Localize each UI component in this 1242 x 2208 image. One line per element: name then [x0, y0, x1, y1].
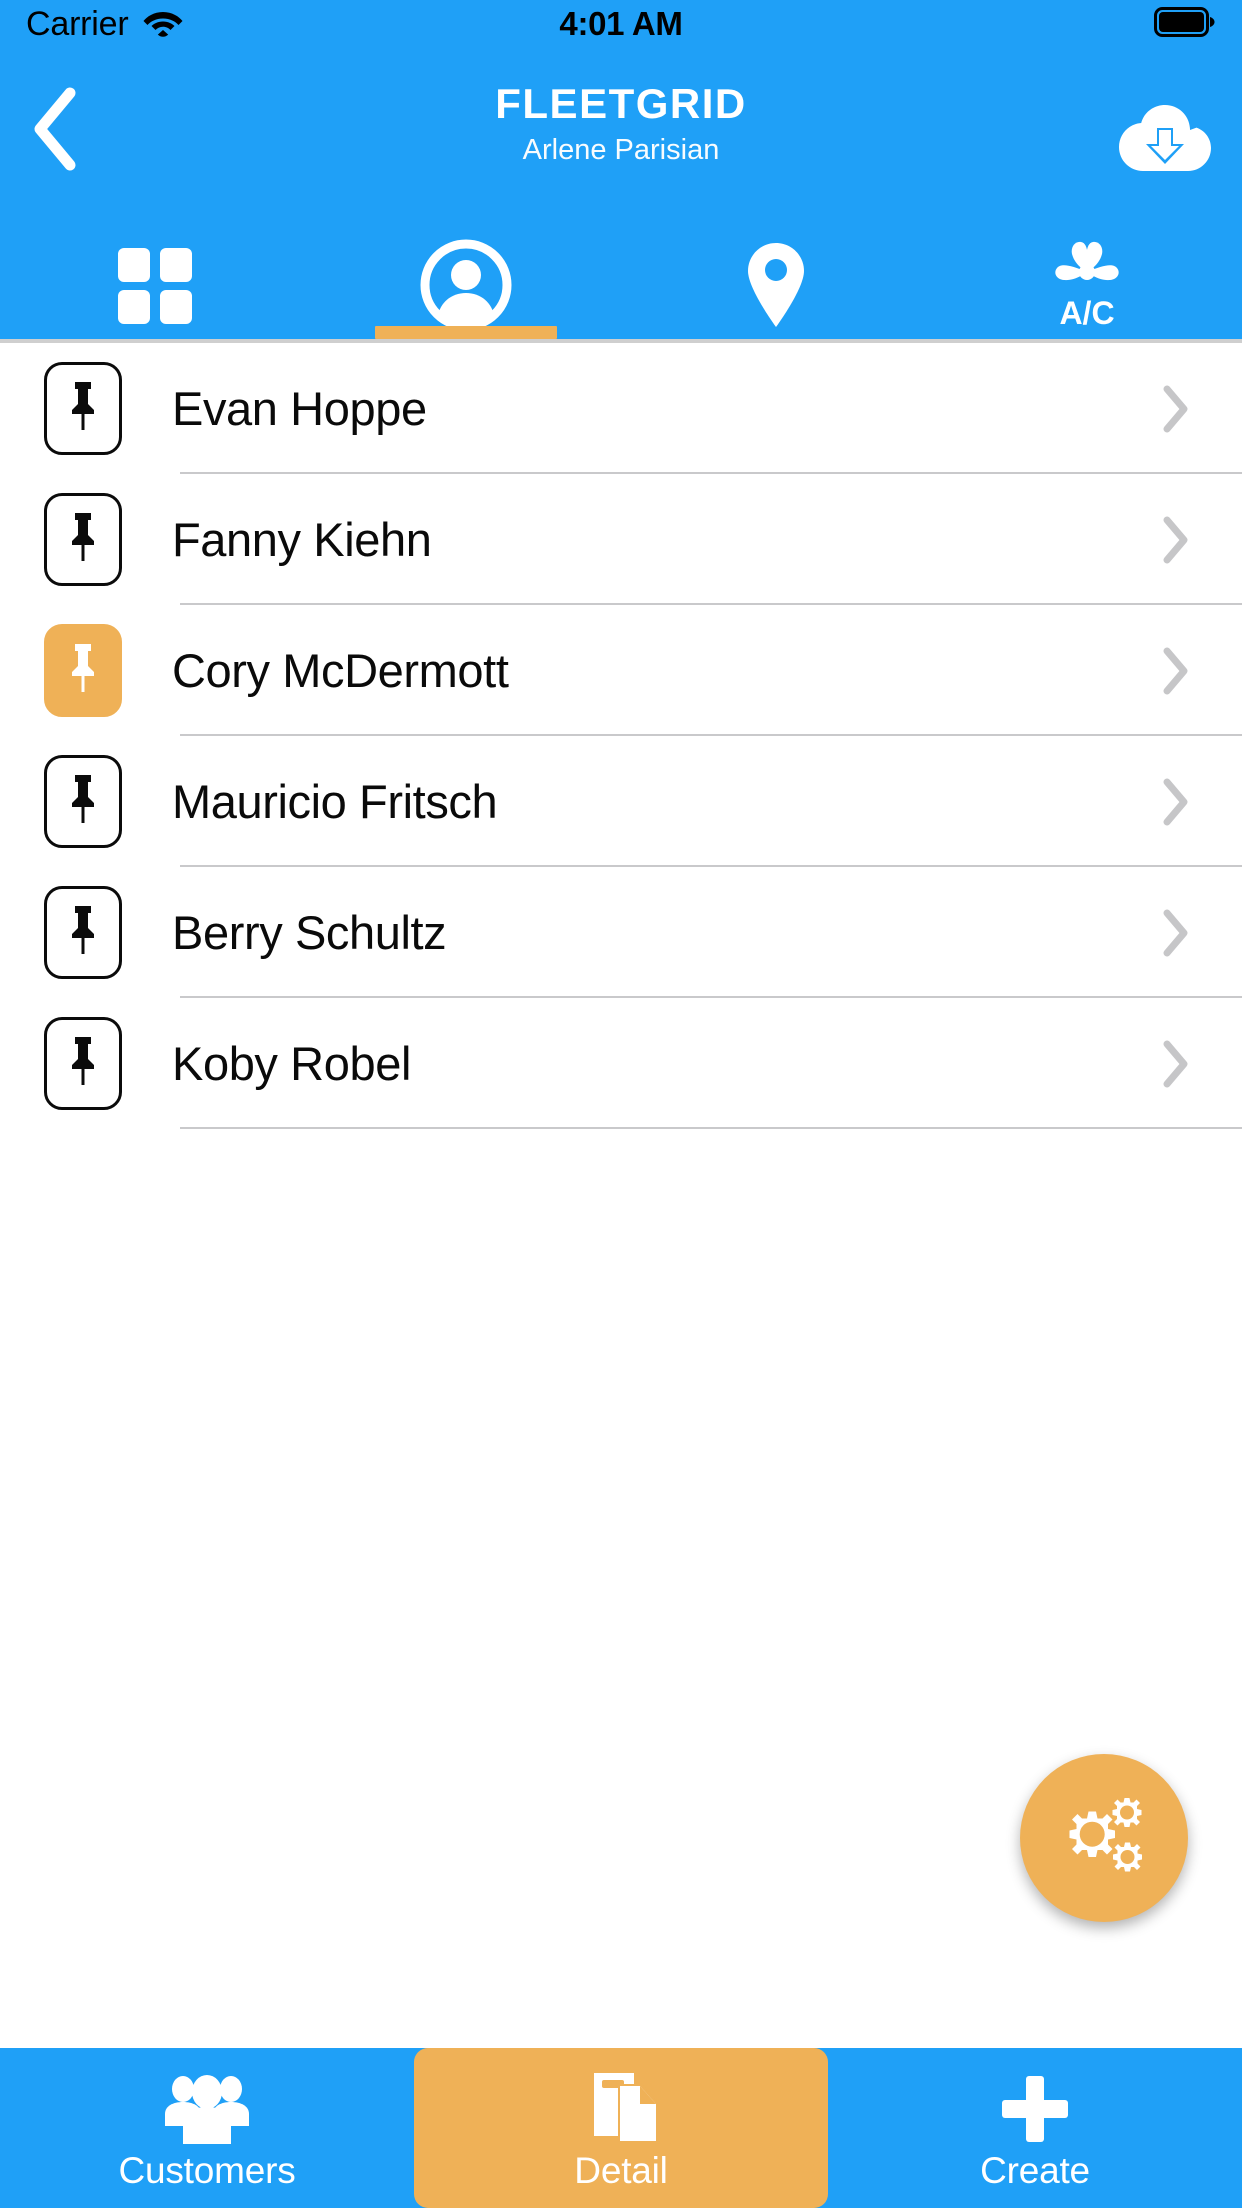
segment-tab-grid[interactable] [0, 243, 311, 339]
segment-tab-location[interactable] [621, 241, 932, 339]
status-bar-right [1154, 6, 1216, 42]
app-screen: Carrier 4:01 AM FLEETGRID Arlene Parisia… [0, 0, 1242, 2208]
ac-fan-icon: A/C [1045, 240, 1129, 335]
customer-name: Fanny Kiehn [172, 513, 432, 566]
customer-name: Evan Hoppe [172, 382, 427, 435]
chevron-right-icon[interactable] [1154, 777, 1198, 827]
plus-icon [997, 2068, 1073, 2146]
table-row[interactable]: Cory McDermott [0, 605, 1242, 736]
map-pin-icon [745, 241, 807, 334]
pin-toggle-button[interactable] [44, 624, 122, 717]
status-bar: Carrier 4:01 AM [0, 0, 1242, 48]
bottom-nav-label: Create [980, 2149, 1090, 2191]
pin-toggle-button[interactable] [44, 493, 122, 586]
table-row[interactable]: Berry Schultz [0, 867, 1242, 998]
customer-name: Berry Schultz [172, 906, 447, 959]
table-row[interactable]: Mauricio Fritsch [0, 736, 1242, 867]
pin-toggle-button[interactable] [44, 886, 122, 979]
nav-title-block: FLEETGRID Arlene Parisian [0, 80, 1242, 167]
cloud-download-icon [1116, 102, 1212, 179]
people-group-icon [163, 2068, 251, 2146]
pushpin-icon [66, 642, 100, 699]
chevron-right-icon[interactable] [1154, 515, 1198, 565]
customer-name: Koby Robel [172, 1037, 411, 1090]
back-button[interactable] [10, 86, 100, 176]
settings-fab-button[interactable] [1020, 1754, 1188, 1922]
pin-toggle-button[interactable] [44, 1017, 122, 1110]
ac-label: A/C [1059, 295, 1114, 330]
documents-icon [582, 2068, 660, 2146]
segment-tab-selected-indicator [374, 326, 557, 339]
grid-icon [116, 246, 194, 329]
chevron-right-icon[interactable] [1154, 1039, 1198, 1089]
bottom-nav-label: Customers [118, 2149, 296, 2191]
gears-icon [1056, 1792, 1152, 1885]
bottom-nav-label: Detail [574, 2149, 668, 2191]
download-button[interactable] [1114, 100, 1214, 180]
row-separator [180, 1127, 1242, 1129]
pin-toggle-button[interactable] [44, 755, 122, 848]
battery-full-icon [1154, 6, 1216, 42]
segment-tab-ac[interactable]: A/C [932, 240, 1242, 339]
pushpin-icon [66, 904, 100, 961]
chevron-right-icon[interactable] [1154, 646, 1198, 696]
person-icon [420, 239, 512, 336]
customer-name: Cory McDermott [172, 644, 509, 697]
pin-toggle-button[interactable] [44, 362, 122, 455]
chevron-left-icon [30, 87, 80, 176]
customer-list: Evan Hoppe Fanny Kiehn Cory McDermott Ma… [0, 343, 1242, 1129]
table-row[interactable]: Evan Hoppe [0, 343, 1242, 474]
bottom-nav-item-create[interactable]: Create [828, 2048, 1242, 2208]
carrier-label: Carrier [26, 4, 129, 43]
segment-tab-customer[interactable] [311, 239, 622, 339]
nav-bar: FLEETGRID Arlene Parisian [0, 48, 1242, 243]
table-row[interactable]: Koby Robel [0, 998, 1242, 1129]
bottom-nav-item-detail[interactable]: Detail [414, 2048, 828, 2208]
bottom-nav-bar: Customers Detail Create [0, 2048, 1242, 2208]
table-row[interactable]: Fanny Kiehn [0, 474, 1242, 605]
segment-tab-bar: A/C [0, 239, 1242, 343]
status-bar-time: 4:01 AM [559, 5, 683, 42]
chevron-right-icon[interactable] [1154, 384, 1198, 434]
wifi-icon [143, 7, 183, 42]
pushpin-icon [66, 773, 100, 830]
pushpin-icon [66, 511, 100, 568]
customer-name: Mauricio Fritsch [172, 775, 498, 828]
status-bar-left: Carrier [26, 5, 183, 44]
pushpin-icon [66, 1035, 100, 1092]
page-title: FLEETGRID [495, 80, 747, 127]
bottom-nav-item-customers[interactable]: Customers [0, 2048, 414, 2208]
customer-list-area: Evan Hoppe Fanny Kiehn Cory McDermott Ma… [0, 343, 1242, 2048]
page-subtitle: Arlene Parisian [522, 134, 720, 167]
pushpin-icon [66, 380, 100, 437]
chevron-right-icon[interactable] [1154, 908, 1198, 958]
